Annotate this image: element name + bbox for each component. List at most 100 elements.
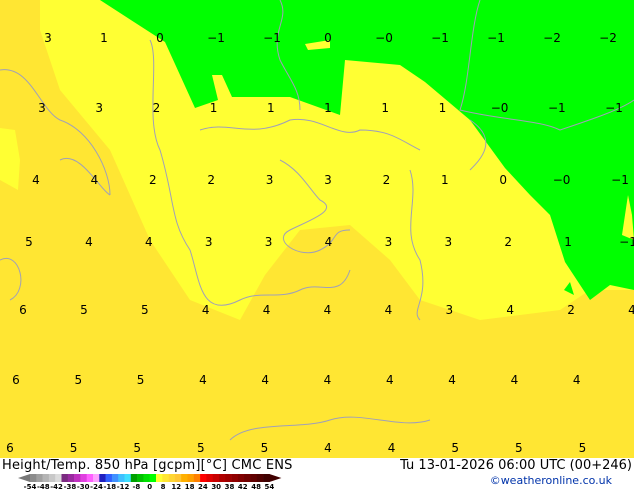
scale-tick-label: -24	[90, 483, 103, 490]
scale-swatch	[225, 474, 232, 482]
temperature-label: 5	[137, 373, 145, 387]
scale-swatch	[36, 474, 43, 482]
temperature-label: 2	[207, 173, 215, 187]
temperature-label: 4	[506, 303, 514, 317]
temperature-label: 4	[263, 303, 271, 317]
temperature-label: 5	[141, 303, 149, 317]
scale-swatch	[42, 474, 50, 482]
temperature-label: 3	[265, 235, 273, 249]
scale-tick-label: 48	[251, 483, 261, 490]
scale-swatch	[124, 474, 132, 482]
scale-swatch	[74, 474, 81, 482]
temperature-label: 3	[95, 101, 103, 115]
scale-tick-label: -30	[77, 483, 90, 490]
scale-swatch	[187, 474, 195, 482]
temperature-label: 4	[573, 373, 581, 387]
temperature-label: 5	[451, 441, 459, 455]
scale-swatch	[93, 474, 100, 482]
scale-swatch	[30, 474, 37, 482]
scale-swatch	[156, 474, 163, 482]
scale-swatch	[86, 474, 94, 482]
scale-tick-label: -54	[24, 483, 37, 490]
temperature-label: −0	[553, 173, 571, 187]
temperature-label: 4	[511, 373, 519, 387]
temperature-label: 4	[385, 303, 393, 317]
scale-swatch	[111, 474, 119, 482]
map-footer: Height/Temp. 850 hPa [gcpm][°C] CMC ENS …	[0, 458, 634, 490]
temperature-label: 6	[19, 303, 27, 317]
scale-swatch	[250, 474, 258, 482]
scale-tick-label: 54	[265, 483, 275, 490]
weather-map: 3 1 0 −1 −1 0 −0 −1 −1 −2 −2 3 3 2 1 1 1 1 1 −0 −1 −1 4 4 2 2 3 3 2 1…	[0, 0, 634, 458]
scale-swatch	[244, 474, 251, 482]
temperature-label: 1	[267, 101, 275, 115]
temperature-label: 4	[325, 235, 333, 249]
scale-tick-label: -42	[50, 483, 63, 490]
temperature-label: 4	[388, 441, 396, 455]
temperature-label: 1	[100, 31, 108, 45]
scale-tick-label: 8	[161, 483, 166, 490]
temperature-label: −1	[207, 31, 225, 45]
temperature-label: 3	[385, 235, 393, 249]
temperature-label: 2	[567, 303, 575, 317]
scale-swatch	[162, 474, 169, 482]
temperature-label: 4	[91, 173, 99, 187]
temperature-label: 3	[38, 101, 46, 115]
temperature-label: 2	[504, 235, 512, 249]
scale-swatch	[200, 474, 207, 482]
temperature-label: 5	[25, 235, 33, 249]
temperature-label: 3	[44, 31, 52, 45]
temperature-label: −1	[611, 173, 629, 187]
temperature-label: 1	[439, 101, 447, 115]
temperature-label: 4	[202, 303, 210, 317]
scale-swatch	[105, 474, 113, 482]
temperature-label: 4	[448, 373, 456, 387]
temperature-label: 0	[499, 173, 507, 187]
temperature-label: −1	[548, 101, 566, 115]
temperature-label: 5	[70, 441, 78, 455]
scale-swatch	[143, 474, 150, 482]
temperature-label: −1	[605, 101, 623, 115]
temperature-label: 4	[199, 373, 207, 387]
scale-swatch	[256, 474, 264, 482]
valid-datetime: Tu 13-01-2026 06:00 UTC (00+246)	[400, 458, 632, 473]
temperature-label: −1	[263, 31, 281, 45]
temperature-label: 6	[6, 441, 14, 455]
scale-swatch	[80, 474, 87, 482]
scale-tick-label: 42	[238, 483, 248, 490]
temperature-label: 3	[444, 235, 452, 249]
credit-link[interactable]: ©weatheronline.co.uk	[490, 474, 612, 487]
scale-swatch	[99, 474, 106, 482]
temperature-label: 4	[324, 373, 332, 387]
temperature-label: 3	[324, 173, 332, 187]
temperature-label: −1	[619, 235, 634, 249]
temperature-label: 5	[261, 441, 269, 455]
scale-swatch	[206, 474, 213, 482]
scale-swatch	[55, 474, 62, 482]
scale-swatch	[193, 474, 201, 482]
temperature-label: 4	[324, 303, 332, 317]
temperature-label: 0	[156, 31, 164, 45]
scale-swatch	[174, 474, 182, 482]
temperature-label: 3	[445, 303, 453, 317]
temperature-label: 4	[32, 173, 40, 187]
temperature-label: 3	[266, 173, 274, 187]
temperature-label: 0	[324, 31, 332, 45]
scale-swatch	[181, 474, 188, 482]
color-scale-legend: -54 -48 -42 -38 -30 -24 -18 -12 -8 0 8 12 18 24 30 38 42…	[18, 474, 282, 490]
temperature-label: 5	[74, 373, 82, 387]
scale-swatch	[149, 474, 157, 482]
temperature-label: 4	[386, 373, 394, 387]
temperature-label: 1	[381, 101, 389, 115]
scale-tick-label: -12	[117, 483, 130, 490]
temperature-label: 4	[145, 235, 153, 249]
temperature-label: 1	[210, 101, 218, 115]
scale-swatch	[48, 474, 56, 482]
scale-tick-label: 30	[211, 483, 221, 490]
scale-swatch	[168, 474, 176, 482]
scale-swatch	[137, 474, 144, 482]
scale-tick-label: 24	[198, 483, 208, 490]
scale-right-arrow	[269, 474, 282, 482]
temperature-label: 4	[324, 441, 332, 455]
temperature-label: 1	[441, 173, 449, 187]
